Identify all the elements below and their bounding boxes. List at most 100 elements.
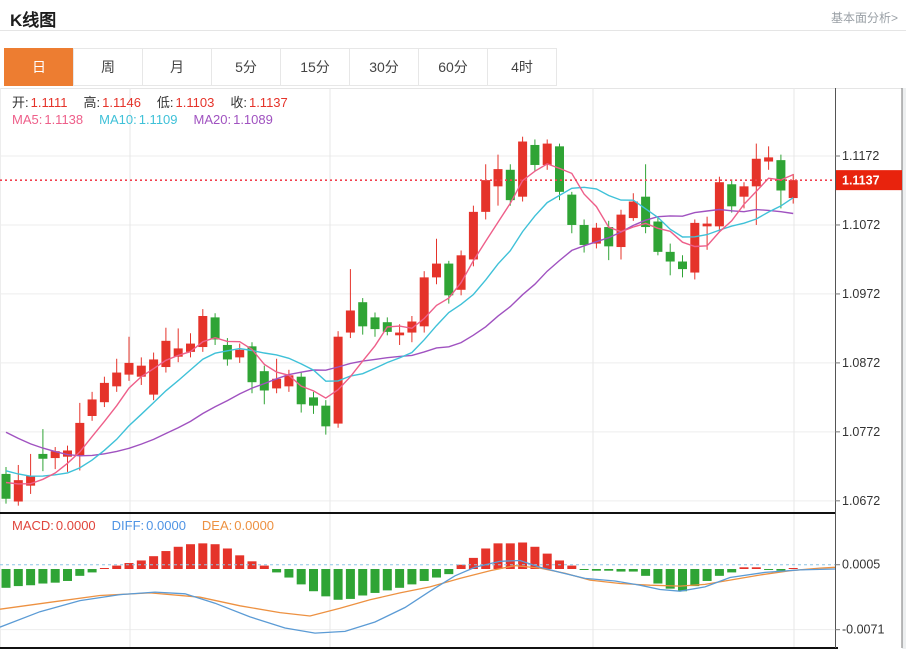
macd-bar (334, 569, 343, 600)
macd-bar (346, 569, 355, 599)
macd-bar (321, 569, 330, 596)
candle-body (371, 317, 380, 329)
candle-body (2, 474, 11, 499)
candle-body (764, 157, 773, 161)
candle-body (149, 359, 158, 394)
candle-body (223, 345, 232, 359)
tab-15分[interactable]: 15分 (280, 48, 350, 86)
macd-bar (125, 563, 134, 569)
macd-bar (407, 569, 416, 584)
tab-周[interactable]: 周 (73, 48, 143, 86)
legend-pair: 高:1.1146 (84, 92, 141, 111)
candle-body (776, 160, 785, 190)
candle-body (481, 180, 490, 212)
y-axis-label: 1.1072 (842, 218, 880, 232)
tab-4时[interactable]: 4时 (487, 48, 557, 86)
macd-bar (543, 554, 552, 569)
ma5-line (6, 164, 793, 484)
tab-5分[interactable]: 5分 (211, 48, 281, 86)
candle-body (100, 383, 109, 402)
candle-body (211, 317, 220, 339)
macd-bar (764, 569, 773, 570)
candle-body (444, 264, 453, 296)
macd-bar (358, 569, 367, 595)
legend-pair: MACD:0.0000 (12, 518, 96, 533)
legend-pair: MA20:1.1089 (194, 112, 273, 127)
candle-body (752, 159, 761, 187)
candle-body (641, 197, 650, 227)
candle-body (715, 182, 724, 226)
macd-bar (592, 569, 601, 571)
candle-body (506, 170, 515, 200)
pane-divider (0, 512, 835, 514)
y-axis-label: 1.0872 (842, 356, 880, 370)
macd-bar (272, 569, 281, 572)
macd-bar (727, 569, 736, 572)
candle-body (260, 371, 269, 390)
legend-pair: DIFF:0.0000 (112, 518, 186, 533)
candle-body (38, 454, 47, 459)
macd-bar (235, 555, 244, 569)
macd-bar (789, 568, 798, 569)
macd-bar (75, 569, 84, 576)
y-axis-label: 1.0972 (842, 287, 880, 301)
candle-body (678, 262, 687, 270)
tab-日[interactable]: 日 (4, 48, 74, 86)
macd-bar (186, 544, 195, 569)
macd-axis-label: 0.0005 (842, 558, 880, 572)
macd-bar (100, 568, 109, 569)
candle-body (125, 363, 134, 375)
candle-body (727, 184, 736, 206)
legend-pair: MA5:1.1138 (12, 112, 83, 127)
tab-60分[interactable]: 60分 (418, 48, 488, 86)
macd-bar (260, 566, 269, 569)
tab-30分[interactable]: 30分 (349, 48, 419, 86)
candle-body (567, 195, 576, 225)
macd-bar (211, 544, 220, 569)
macd-bar (63, 569, 72, 581)
macd-bar (383, 569, 392, 590)
macd-bar (580, 569, 589, 570)
macd-bar (444, 569, 453, 574)
candle-body (358, 302, 367, 326)
macd-bar (653, 569, 662, 584)
current-price-tag-value: 1.1137 (842, 174, 880, 188)
macd-bar (752, 567, 761, 569)
macd-bar (567, 566, 576, 569)
macd-bar (51, 569, 60, 583)
candle-body (789, 180, 798, 198)
candle-body (494, 169, 503, 186)
fundamental-analysis-link[interactable]: 基本面分析> (831, 9, 898, 26)
ma-legend: MA5:1.1138MA10:1.1109MA20:1.1089 (12, 112, 289, 127)
tab-月[interactable]: 月 (142, 48, 212, 86)
candle-body (284, 375, 293, 386)
macd-bar (223, 548, 232, 569)
legend-pair: 开:1.1111 (12, 92, 68, 111)
macd-bar (88, 569, 97, 572)
macd-bar (420, 569, 429, 581)
candle-body (235, 350, 244, 358)
macd-bar (371, 569, 380, 593)
ohlc-legend: 开:1.1111高:1.1146低:1.1103收:1.1137 (12, 92, 304, 111)
legend-pair: 低:1.1103 (157, 92, 214, 111)
macd-bar (690, 569, 699, 586)
macd-bar (703, 569, 712, 581)
macd-bar (161, 551, 170, 569)
macd-bar (715, 569, 724, 576)
candle-body (543, 144, 552, 165)
candle-body (88, 399, 97, 416)
macd-bar (432, 569, 441, 578)
candle-body (432, 264, 441, 278)
legend-pair: DEA:0.0000 (202, 518, 274, 533)
candle-body (395, 333, 404, 336)
scrollbar-track (902, 88, 906, 649)
candle-body (740, 186, 749, 196)
period-tabbar: 日周月5分15分30分60分4时 (4, 48, 557, 86)
candle-body (629, 202, 638, 219)
candle-body (653, 222, 662, 252)
candle-body (297, 377, 306, 405)
macd-bar (112, 566, 121, 569)
macd-bar (2, 569, 11, 588)
macd-bar (457, 565, 466, 569)
candle-body (112, 373, 121, 387)
